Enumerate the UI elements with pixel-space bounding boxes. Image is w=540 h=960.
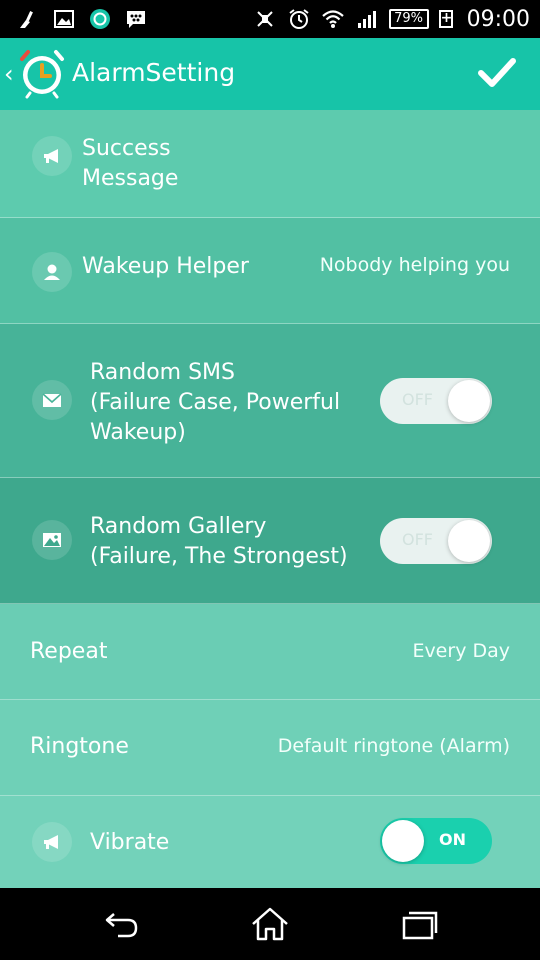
random-sms-toggle-label: OFF <box>402 390 433 409</box>
signal-icon <box>355 8 379 30</box>
app-bar: ‹ AlarmSetting <box>0 38 540 110</box>
random-gallery-toggle[interactable]: OFF <box>380 518 492 564</box>
vibrate-toggle-label: ON <box>439 830 466 849</box>
success-message-label-line1: Success <box>82 136 171 161</box>
envelope-icon <box>32 380 72 420</box>
wakeup-helper-value: Nobody helping you <box>319 254 510 276</box>
app-title: AlarmSetting <box>72 58 236 87</box>
person-icon <box>32 252 72 292</box>
setting-success-message[interactable]: Success Message <box>0 110 540 218</box>
vibrate-icon <box>253 8 277 30</box>
random-gallery-label-line2: (Failure, The Strongest) <box>90 544 348 569</box>
alarm-clock-logo-icon[interactable] <box>18 49 66 99</box>
ringtone-label: Ringtone <box>30 734 129 759</box>
setting-repeat[interactable]: Repeat Every Day <box>0 604 540 700</box>
status-bar-system: 79% + 09:00 <box>253 5 530 33</box>
image-icon <box>32 520 72 560</box>
status-bar: 79% + 09:00 <box>0 0 540 38</box>
setting-vibrate[interactable]: Vibrate ON <box>0 796 540 888</box>
home-icon[interactable] <box>250 906 290 942</box>
confirm-check-icon[interactable] <box>478 56 516 90</box>
random-gallery-toggle-label: OFF <box>402 530 433 549</box>
megaphone-icon <box>32 822 72 862</box>
vibrate-toggle[interactable]: ON <box>380 818 492 864</box>
vibrate-label: Vibrate <box>90 830 170 855</box>
success-message-label-line2: Message <box>82 166 179 191</box>
toggle-knob <box>448 380 490 422</box>
toggle-knob <box>382 820 424 862</box>
wifi-icon <box>321 8 345 30</box>
settings-list: Success Message Wakeup Helper Nobody hel… <box>0 110 540 888</box>
cleaner-icon <box>16 8 40 30</box>
setting-ringtone[interactable]: Ringtone Default ringtone (Alarm) <box>0 700 540 796</box>
setting-wakeup-helper[interactable]: Wakeup Helper Nobody helping you <box>0 218 540 324</box>
battery-indicator: 79% <box>388 9 429 29</box>
repeat-value: Every Day <box>412 640 510 662</box>
system-nav-bar <box>0 888 540 960</box>
random-sms-toggle[interactable]: OFF <box>380 378 492 424</box>
back-icon[interactable] <box>102 906 142 942</box>
up-navigation-icon[interactable]: ‹ <box>4 60 14 88</box>
wakeup-helper-label: Wakeup Helper <box>82 254 249 279</box>
random-gallery-label-line1: Random Gallery <box>90 514 267 539</box>
megaphone-icon <box>32 136 72 176</box>
ringtone-value: Default ringtone (Alarm) <box>277 735 510 757</box>
repeat-label: Repeat <box>30 639 108 664</box>
clock-time: 09:00 <box>466 6 530 32</box>
random-sms-label-line1: Random SMS <box>90 360 235 385</box>
status-bar-notifications <box>16 5 148 33</box>
setting-random-sms[interactable]: Random SMS (Failure Case, Powerful Wakeu… <box>0 324 540 478</box>
toggle-knob <box>448 520 490 562</box>
setting-random-gallery[interactable]: Random Gallery (Failure, The Strongest) … <box>0 478 540 604</box>
random-sms-label-line2: (Failure Case, Powerful <box>90 390 341 415</box>
random-sms-label-line3: Wakeup) <box>90 420 186 445</box>
gallery-icon <box>52 8 76 30</box>
recent-apps-icon[interactable] <box>400 906 440 942</box>
app-notification-icon <box>88 8 112 30</box>
alarm-icon <box>287 8 311 30</box>
messenger-icon <box>124 8 148 30</box>
charging-icon: + <box>438 10 453 28</box>
